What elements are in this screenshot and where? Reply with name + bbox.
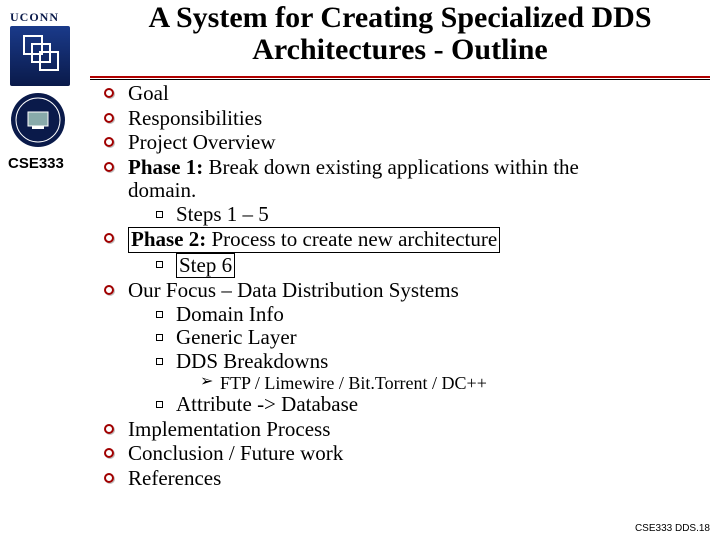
outline-item-references: References xyxy=(100,467,710,491)
outline-item-phase1: Phase 1: Break down existing application… xyxy=(100,156,710,227)
outline-item-focus: Our Focus – Data Distribution Systems Do… xyxy=(100,279,710,417)
outline-item-project-overview: Project Overview xyxy=(100,131,710,155)
phase2-highlight: Phase 2: Process to create new architect… xyxy=(128,227,500,253)
outline-item-phase2: Phase 2: Process to create new architect… xyxy=(100,227,710,278)
title-line-2: Architectures - Outline xyxy=(252,33,548,66)
focus-domain-info: Domain Info xyxy=(154,303,710,327)
slide-title: A System for Creating Specialized DDS Ar… xyxy=(90,2,710,65)
course-code: CSE333 xyxy=(8,155,64,172)
uconn-soe-logo xyxy=(10,26,70,86)
divider-red xyxy=(90,76,710,78)
outline-item-goal: Goal xyxy=(100,82,710,106)
uconn-wordmark: UCONN xyxy=(10,10,59,25)
phase1-label: Phase 1: xyxy=(128,155,203,179)
dds-breakdowns-text: DDS Breakdowns xyxy=(176,349,328,373)
outline-content: Goal Responsibilities Project Overview P… xyxy=(100,82,710,491)
dds-tools: FTP / Limewire / Bit.Torrent / DC++ xyxy=(200,373,710,393)
phase2-text: Process to create new architecture xyxy=(206,227,497,251)
phase1-text-b: domain. xyxy=(128,178,196,202)
focus-dds-breakdowns: DDS Breakdowns FTP / Limewire / Bit.Torr… xyxy=(154,350,710,394)
slide-footer: CSE333 DDS.18 xyxy=(635,523,710,534)
outline-item-responsibilities: Responsibilities xyxy=(100,107,710,131)
slide: UCONN CSE333 A System for Creating Speci… xyxy=(0,0,720,540)
phase1-steps: Steps 1 – 5 xyxy=(154,203,710,227)
divider-black xyxy=(90,79,710,80)
phase2-step: Step 6 xyxy=(154,253,710,279)
focus-attribute-db: Attribute -> Database xyxy=(154,393,710,417)
phase2-label: Phase 2: xyxy=(131,227,206,251)
outline-item-conclusion: Conclusion / Future work xyxy=(100,442,710,466)
outline-item-implementation: Implementation Process xyxy=(100,418,710,442)
title-line-1: A System for Creating Specialized DDS xyxy=(148,1,651,34)
phase1-text-a: Break down existing applications within … xyxy=(203,155,579,179)
cse-dept-logo xyxy=(10,92,66,148)
phase2-step-highlight: Step 6 xyxy=(176,253,235,279)
focus-generic-layer: Generic Layer xyxy=(154,326,710,350)
focus-text: Our Focus – Data Distribution Systems xyxy=(128,278,459,302)
